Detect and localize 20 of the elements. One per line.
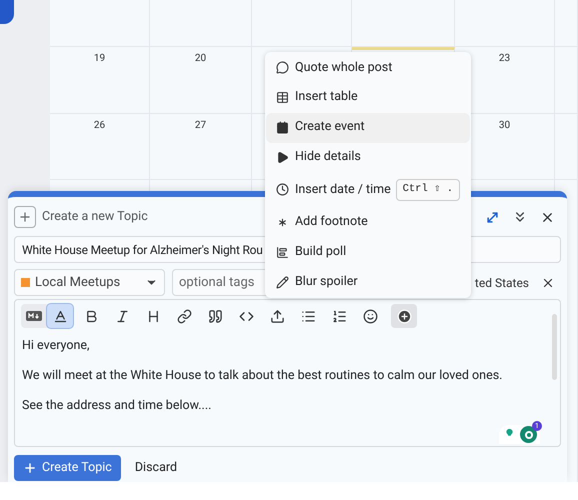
menu-label: Build poll [295, 242, 346, 261]
day-number: 20 [194, 52, 206, 66]
menu-label: Create event [295, 118, 365, 136]
day-number: 27 [194, 119, 206, 133]
day-number: 23 [498, 52, 510, 66]
body-paragraph: Hi everyone, [22, 337, 90, 354]
location-value: ted States [474, 274, 529, 292]
body-paragraph: We will meet at the White House to talk about the best routines to calm our loved ones. [22, 367, 504, 384]
menu-label: Insert table [295, 88, 358, 106]
body-paragraph: See the address and time below.... [22, 397, 212, 414]
menu-label: Insert date / time [295, 180, 391, 199]
day-number: 30 [498, 119, 510, 133]
menu-label: Hide details [295, 148, 361, 166]
menu-label: Blur spoiler [295, 272, 358, 291]
day-number: 26 [94, 119, 106, 133]
day-number: 19 [94, 52, 106, 66]
menu-label: Add footnote [295, 212, 368, 231]
composer-title: Create a new Topic [42, 208, 148, 226]
menu-label: Quote whole post [295, 58, 392, 77]
shortcut-key: Ctrl ⇧ . [396, 179, 460, 201]
